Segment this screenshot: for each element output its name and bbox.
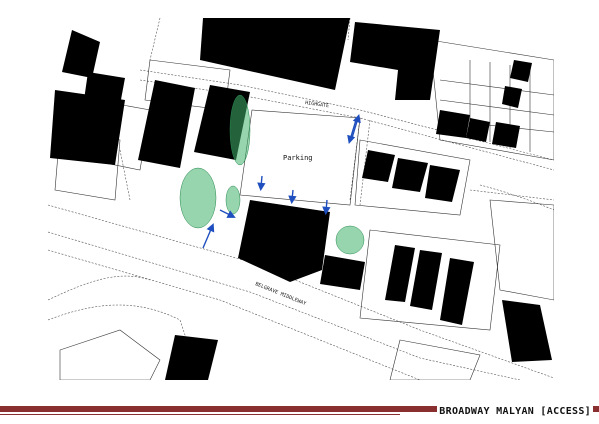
building bbox=[362, 150, 395, 182]
building bbox=[50, 90, 125, 165]
building bbox=[510, 60, 532, 82]
building bbox=[200, 18, 350, 90]
footer-divider bbox=[0, 414, 400, 415]
buildings bbox=[50, 18, 552, 380]
building bbox=[425, 165, 460, 202]
street-label-belgrave-middleway: BELGRAVE MIDDLEWAY bbox=[254, 281, 306, 307]
arrow-icon bbox=[288, 189, 297, 205]
building bbox=[466, 118, 490, 142]
building bbox=[350, 22, 440, 100]
building bbox=[436, 110, 470, 138]
building bbox=[502, 300, 552, 362]
building bbox=[238, 200, 330, 282]
building bbox=[502, 86, 522, 108]
parking-label: Parking bbox=[283, 154, 313, 162]
site-plan-map: Parking HIGHGATE BELGRAVE MIDDLEWAY bbox=[48, 18, 554, 380]
building bbox=[62, 30, 100, 78]
arrow-icon bbox=[202, 223, 215, 249]
building bbox=[492, 122, 520, 148]
tree-cluster bbox=[335, 225, 365, 255]
building bbox=[138, 80, 195, 168]
tree-cluster bbox=[225, 185, 241, 215]
building bbox=[320, 255, 365, 290]
building bbox=[410, 250, 442, 310]
building bbox=[165, 335, 218, 380]
tree-cluster bbox=[229, 94, 251, 166]
street-label-highgate: HIGHGATE bbox=[305, 100, 330, 109]
building bbox=[392, 158, 428, 192]
tree-cluster bbox=[179, 167, 217, 229]
building bbox=[385, 245, 415, 302]
arrow-icon bbox=[257, 175, 266, 192]
footer-title: BROADWAY MALYAN [ACCESS] bbox=[437, 406, 593, 418]
building bbox=[440, 258, 474, 325]
arrow-icon bbox=[322, 199, 331, 216]
